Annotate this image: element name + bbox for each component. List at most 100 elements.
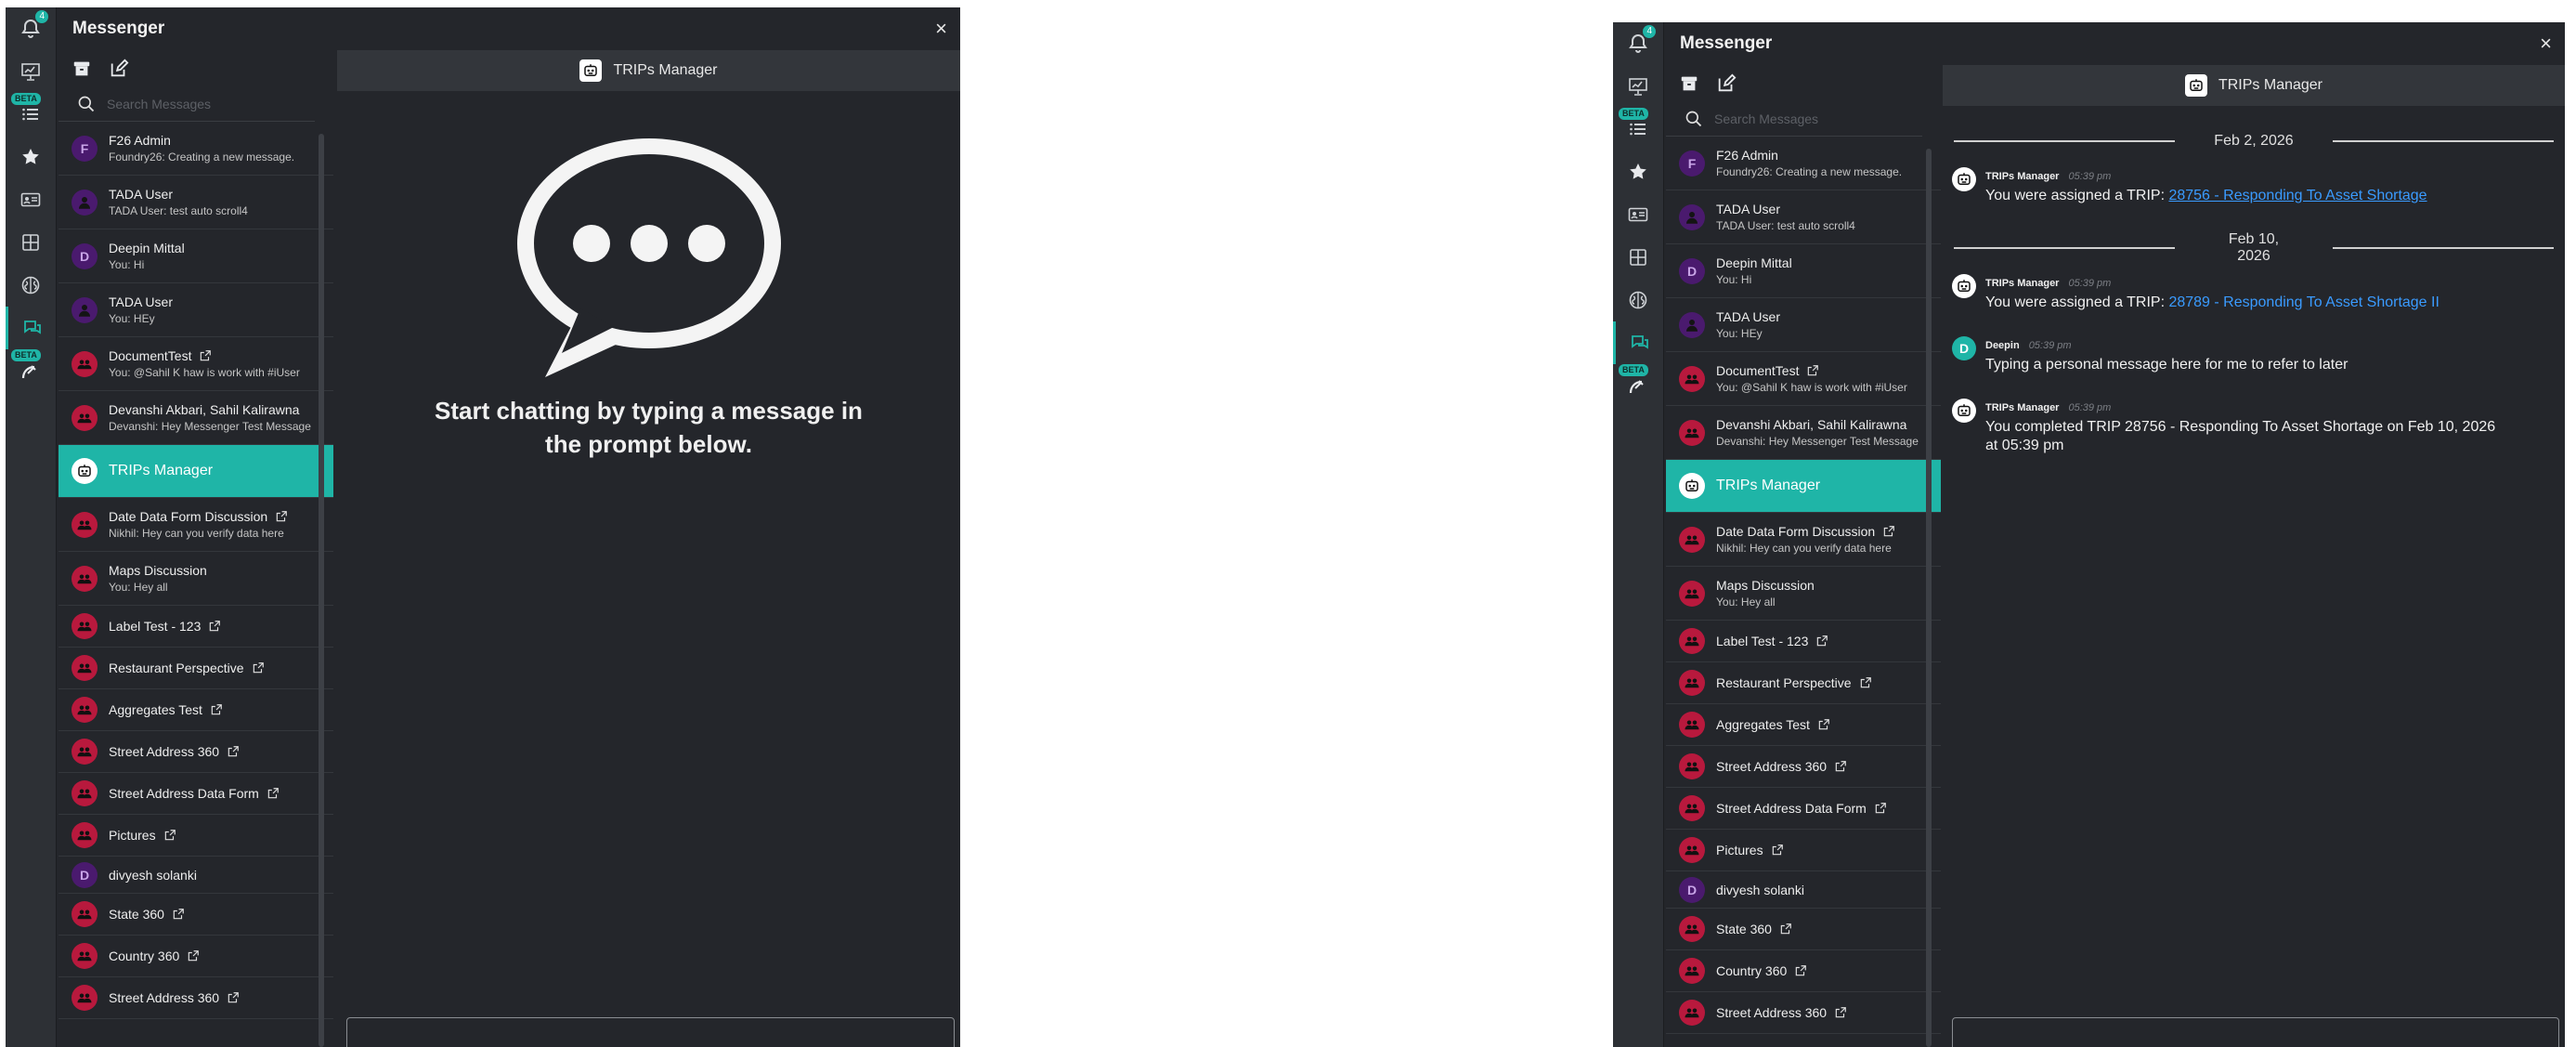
rail-item-id-card[interactable]	[1613, 193, 1663, 236]
rail-item-brain[interactable]	[1613, 279, 1663, 321]
external-link-icon[interactable]	[267, 787, 280, 800]
conversation-item[interactable]: TADA User TADA User: test auto scroll4	[1666, 190, 1941, 244]
conversation-item[interactable]: F F26 Admin Foundry26: Creating a new mess…	[1666, 137, 1941, 190]
trip-link[interactable]: 28789 - Responding To Asset Shortage II	[2168, 294, 2439, 310]
rail-item-id-card[interactable]	[6, 178, 56, 221]
conversation-scrollbar[interactable]	[319, 134, 324, 1047]
conversation-item[interactable]: Date Data Form Discussion Nikhil: Hey can…	[1666, 513, 1941, 567]
conversation-item[interactable]: D Deepin Mittal You: Hi	[1666, 244, 1941, 298]
conversation-item[interactable]: Country 360	[1666, 950, 1941, 992]
conversation-item[interactable]: Country 360	[59, 936, 333, 977]
rail-item-chat[interactable]	[6, 307, 56, 349]
external-link-icon[interactable]	[1771, 844, 1784, 857]
rail-item-presentation[interactable]	[6, 50, 56, 93]
conversation-item[interactable]: Ddivyesh solanki	[1666, 871, 1941, 909]
external-link-icon[interactable]	[1859, 676, 1872, 689]
search-input[interactable]	[105, 96, 294, 112]
external-link-icon[interactable]	[252, 661, 265, 674]
search-input[interactable]	[1712, 111, 1902, 127]
conversation-item[interactable]: Street Address 360	[1666, 992, 1941, 1034]
conversation-item[interactable]: Restaurant Perspective	[59, 648, 333, 689]
conversation-meta: Restaurant Perspective	[109, 661, 265, 675]
external-link-icon[interactable]	[210, 703, 223, 716]
external-link-icon[interactable]	[1794, 964, 1807, 977]
conversation-meta: State 360	[109, 907, 185, 922]
conversation-item[interactable]: Pictures	[1666, 830, 1941, 871]
external-link-icon[interactable]	[1834, 1006, 1847, 1019]
conversation-item[interactable]: State 360	[1666, 909, 1941, 950]
external-link-icon[interactable]	[199, 349, 212, 362]
conversation-item[interactable]: State 360	[59, 894, 333, 936]
conversation-item[interactable]: Label Test - 123	[59, 606, 333, 648]
rail-item-chat[interactable]	[1613, 321, 1663, 364]
conversation-item[interactable]: Aggregates Test	[1666, 704, 1941, 746]
conversation-item[interactable]: Devanshi Akbari, Sahil Kalirawna Devanshi…	[59, 391, 333, 445]
conversation-item[interactable]: Street Address Data Form	[1666, 788, 1941, 830]
conversation-item[interactable]: TRIPs Manager	[59, 445, 333, 498]
conversation-item[interactable]: Street Address 360	[59, 731, 333, 773]
conversation-item[interactable]: TADA User You: HEy	[1666, 298, 1941, 352]
conversation-item[interactable]: TADA User TADA User: test auto scroll4	[59, 176, 333, 229]
external-link-icon[interactable]	[1834, 760, 1847, 773]
conversation-item[interactable]: Street Address Data Form	[59, 773, 333, 815]
external-link-icon[interactable]	[208, 620, 221, 633]
rail-item-satellite[interactable]: BETA	[6, 349, 56, 392]
conversation-name-row: Label Test - 123	[1716, 634, 1828, 648]
archive-icon[interactable]	[1679, 73, 1699, 94]
conversation-name-row: TADA User	[1716, 202, 1855, 216]
conversation-item[interactable]: Maps Discussion You: Hey all	[1666, 567, 1941, 621]
conversation-scrollbar[interactable]	[1926, 149, 1932, 1047]
rail-item-grid[interactable]	[6, 221, 56, 264]
conversation-item[interactable]: DocumentTest You: @Sahil K haw is work wi…	[59, 337, 333, 391]
rail-item-bell[interactable]: 4	[1613, 22, 1663, 65]
conversation-item[interactable]: TADA User You: HEy	[59, 283, 333, 337]
external-link-icon[interactable]	[172, 908, 185, 921]
conversation-item[interactable]: D Deepin Mittal You: Hi	[59, 229, 333, 283]
conversation-item[interactable]: Maps Discussion You: Hey all	[59, 552, 333, 606]
close-icon[interactable]: ×	[2540, 32, 2552, 56]
conversation-item[interactable]: Label Test - 123	[1666, 621, 1941, 662]
conversation-item[interactable]: Date Data Form Discussion Nikhil: Hey can…	[59, 498, 333, 552]
rail-item-star[interactable]	[6, 136, 56, 178]
rail-item-presentation[interactable]	[1613, 65, 1663, 108]
group-avatar-icon	[1679, 958, 1705, 984]
conversation-name-row: F26 Admin	[1716, 148, 1902, 163]
rail-item-grid[interactable]	[1613, 236, 1663, 279]
conversation-item[interactable]: Restaurant Perspective	[1666, 662, 1941, 704]
conversation-item[interactable]: F F26 Admin Foundry26: Creating a new mess…	[59, 122, 333, 176]
external-link-icon[interactable]	[275, 510, 288, 523]
compose-icon[interactable]	[1716, 73, 1737, 94]
external-link-icon[interactable]	[227, 991, 240, 1004]
conversation-item[interactable]: TRIPs Manager	[1666, 460, 1941, 513]
external-link-icon[interactable]	[1779, 923, 1792, 936]
message-composer[interactable]	[1952, 1017, 2559, 1047]
conversation-item[interactable]: DocumentTest You: @Sahil K haw is work wi…	[1666, 352, 1941, 406]
external-link-icon[interactable]	[227, 745, 240, 758]
rail-item-satellite[interactable]: BETA	[1613, 364, 1663, 407]
trip-link[interactable]: 28756 - Responding To Asset Shortage	[2168, 188, 2426, 203]
external-link-icon[interactable]	[1815, 635, 1828, 648]
message-composer[interactable]	[346, 1017, 955, 1047]
close-icon[interactable]: ×	[935, 17, 947, 41]
message-time: 05:39 pm	[2068, 171, 2112, 182]
rail-item-bell[interactable]: 4	[6, 7, 56, 50]
rail-item-brain[interactable]	[6, 264, 56, 307]
conversation-item[interactable]: Street Address 360	[59, 977, 333, 1019]
external-link-icon[interactable]	[1817, 718, 1830, 731]
external-link-icon[interactable]	[1882, 525, 1895, 538]
rail-item-list[interactable]: BETA	[1613, 108, 1663, 151]
conversation-item[interactable]: Pictures	[59, 815, 333, 857]
rail-item-list[interactable]: BETA	[6, 93, 56, 136]
compose-icon[interactable]	[109, 59, 129, 79]
archive-icon[interactable]	[72, 59, 92, 79]
conversation-item[interactable]: Street Address 360	[1666, 746, 1941, 788]
external-link-icon[interactable]	[163, 829, 176, 842]
conversation-item[interactable]: Ddivyesh solanki	[59, 857, 333, 894]
conversation-name: Aggregates Test	[109, 702, 202, 717]
conversation-item[interactable]: Aggregates Test	[59, 689, 333, 731]
conversation-item[interactable]: Devanshi Akbari, Sahil Kalirawna Devanshi…	[1666, 406, 1941, 460]
external-link-icon[interactable]	[1874, 802, 1887, 815]
rail-item-star[interactable]	[1613, 151, 1663, 193]
external-link-icon[interactable]	[187, 949, 200, 962]
external-link-icon[interactable]	[1806, 364, 1819, 377]
